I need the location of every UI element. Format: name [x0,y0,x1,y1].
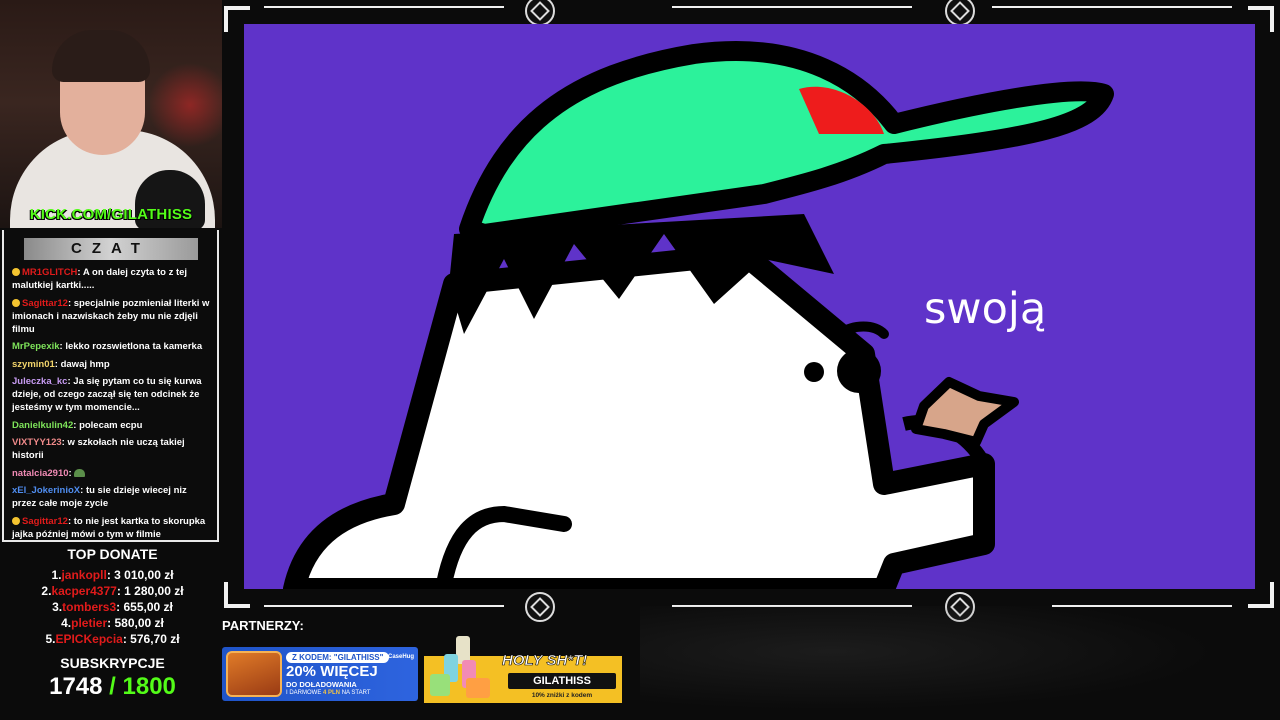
donate-rank: 1. [51,568,62,582]
sponsor-logo-icon [945,0,975,26]
can-icon [430,674,450,696]
drink-cans-icon [426,634,492,700]
badge-icon [12,516,20,525]
donate-amount: 3 010,00 zł [114,568,174,582]
chat-message-list: MR1GLITCH: A on dalej czyta to z tej mal… [4,264,217,543]
video-player[interactable]: swoją [244,24,1255,589]
emote-icon [74,468,86,477]
donate-amount: 580,00 zł [114,616,164,630]
chat-username[interactable]: xEl_JokerinioX [12,485,80,496]
donate-entry: 2.kacper4377: 1 280,00 zł [41,584,184,598]
chat-title: CZAT [23,238,198,260]
subs-title: SUBSKRYPCJE [60,655,165,671]
frame-edge [264,6,504,8]
holy-title: HOLY SH*T! [502,652,588,670]
holy-promo: 10% zniżki z kodem [531,692,593,699]
chat-username[interactable]: Danielkulin42 [12,420,73,431]
badge-icon [12,268,20,276]
chat-panel: CZAT MR1GLITCH: A on dalej czyta to z te… [2,230,219,542]
donate-name: EPICKepcia [55,632,123,646]
casehug-line1: DO DOŁADOWANIA [286,680,357,689]
holy-banner[interactable]: HOLY SH*T! GILATHISS 10% zniżki z kodem [424,630,622,703]
donate-amount: 655,00 zł [123,600,173,614]
partners-label: PARTNERZY: [222,618,304,633]
chat-username[interactable]: Sagittar12 [22,298,68,309]
chat-username[interactable]: VIXTYY123 [12,437,62,448]
casehug-line2-prefix: I DARMOWE [286,690,322,696]
chat-text: dawaj hmp [60,358,110,370]
chat-message: Sagittar12: to nie jest kartka to skorup… [12,515,206,540]
chat-message: Juleczka_kc: Ja się pytam co tu się kurw… [12,376,202,413]
channel-url: KICK.COM/GILATHISS [29,206,193,223]
chat-username[interactable]: Sagittar12 [22,516,68,527]
subs-counter: 1748 / 1800 [0,673,225,701]
casehug-banner[interactable]: Z KODEM: "GILATHISS" CaseHug 20% WIĘCEJ … [222,647,418,701]
frame-edge [264,605,504,607]
subs-goal: / 1800 [109,673,176,700]
chat-message: VIXTYY123: w szkołach nie uczą takiej hi… [12,437,185,461]
chat-message: xEl_JokerinioX: tu sie dzieje wiecej niz… [12,485,187,509]
casehug-brand: CaseHug [388,654,415,660]
donate-amount: 1 280,00 zł [124,584,184,598]
donate-entry: 4.pletier: 580,00 zł [61,616,164,630]
casehug-line2-suffix: NA START [341,690,371,696]
video-subtitle: swoją [924,284,1047,334]
frame-edge [672,6,912,8]
chat-username[interactable]: natalcia2910 [12,468,69,479]
badge-icon [12,298,20,307]
can-icon [466,678,490,698]
donate-entry: 3.tombers3: 655,00 zł [52,600,173,614]
chat-username[interactable]: Juleczka_kc [12,376,67,387]
casehug-headline: 20% WIĘCEJ [286,663,378,680]
donate-name: tombers3 [62,600,117,614]
donate-rank: 3. [52,600,63,614]
chat-message: MR1GLITCH: A on dalej czyta to z tej mal… [12,267,188,291]
donate-amount: 576,70 zł [130,632,180,646]
chat-message: MrPepexik: lekko rozswietlona ta kamerka [12,341,203,352]
chat-message: Sagittar12: specjalnie pozmieniał literk… [12,297,210,335]
casehug-line2: I DARMOWE 4 PLN NA START [286,690,371,696]
donate-name: pletier [71,616,108,630]
donate-rank: 5. [45,632,56,646]
chat-username[interactable]: szymin01 [12,359,55,370]
donate-name: kacper4377 [51,584,117,598]
cartoon-character-illustration [283,41,1114,589]
frame-edge [992,6,1232,8]
webcam-feed: KICK.COM/GILATHISS [0,0,222,228]
casehug-line2-highlight: 4 PLN [323,690,341,696]
chat-username[interactable]: MR1GLITCH [22,267,77,278]
donate-entry: 5.EPICKepcia: 576,70 zł [45,632,180,646]
chat-text: lekko rozswietlona ta kamerka [65,341,203,352]
donate-entry: 1.jankopll: 3 010,00 zł [51,568,174,582]
casehug-code: Z KODEM: "GILATHISS" [286,652,390,663]
top-donate-title: TOP DONATE [67,546,158,562]
grunge-texture [640,606,1280,720]
donate-name: jankopll [61,568,107,582]
donate-rank: 4. [61,616,72,630]
treasure-chest-icon [226,651,282,697]
holy-code: GILATHISS [508,673,616,689]
top-donate-list: 1.jankopll: 3 010,00 zł 2.kacper4377: 1 2… [0,567,225,647]
sponsor-logo-icon [525,592,555,622]
streamer-hair [52,30,150,82]
sponsor-logo-icon [525,0,555,26]
chat-message: szymin01: dawaj hmp [12,358,110,370]
chat-message: natalcia2910: [4,465,217,483]
chat-message: Danielkulin42: polecam ecpu [12,419,143,431]
donate-rank: 2. [41,584,52,598]
chat-text: polecam ecpu [79,419,143,431]
subs-current: 1748 [49,673,103,700]
chat-username[interactable]: MrPepexik [12,341,60,352]
